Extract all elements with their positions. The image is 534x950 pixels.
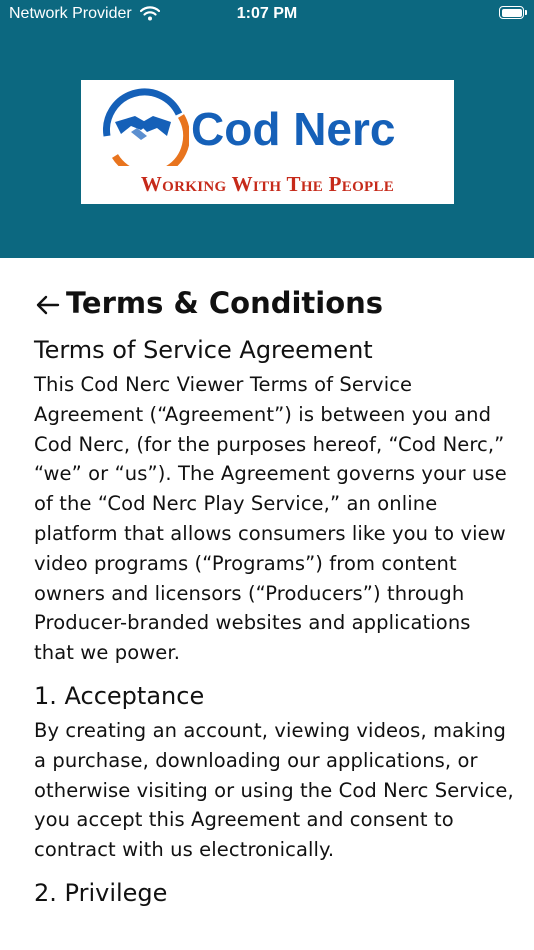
brand-logo: Cod Nerc Working With The People (81, 80, 454, 204)
section-body-acceptance: By creating an account, viewing videos, … (34, 718, 514, 862)
arrow-left-icon[interactable] (34, 294, 60, 316)
agreement-heading: Terms of Service Agreement (34, 336, 373, 364)
battery-icon (499, 6, 527, 19)
brand-name: Cod Nerc (191, 103, 396, 155)
page-title: Terms & Conditions (66, 286, 384, 320)
handshake-icon (103, 88, 189, 166)
agreement-intro: This Cod Nerc Viewer Terms of Service Ag… (34, 373, 507, 665)
page-title-row: Terms & Conditions (34, 280, 514, 332)
section-heading-acceptance: 1. Acceptance (34, 681, 205, 710)
section-heading-privilege: 2. Privilege (34, 878, 168, 907)
app-header: Network Provider 1:07 PM Cod Nerc Workin… (0, 0, 534, 258)
status-bar: Network Provider 1:07 PM (0, 0, 534, 30)
brand-tagline: Working With The People (140, 172, 395, 196)
terms-content: Terms & Conditions Terms of Service Agre… (34, 280, 514, 913)
status-time: 1:07 PM (236, 5, 298, 22)
